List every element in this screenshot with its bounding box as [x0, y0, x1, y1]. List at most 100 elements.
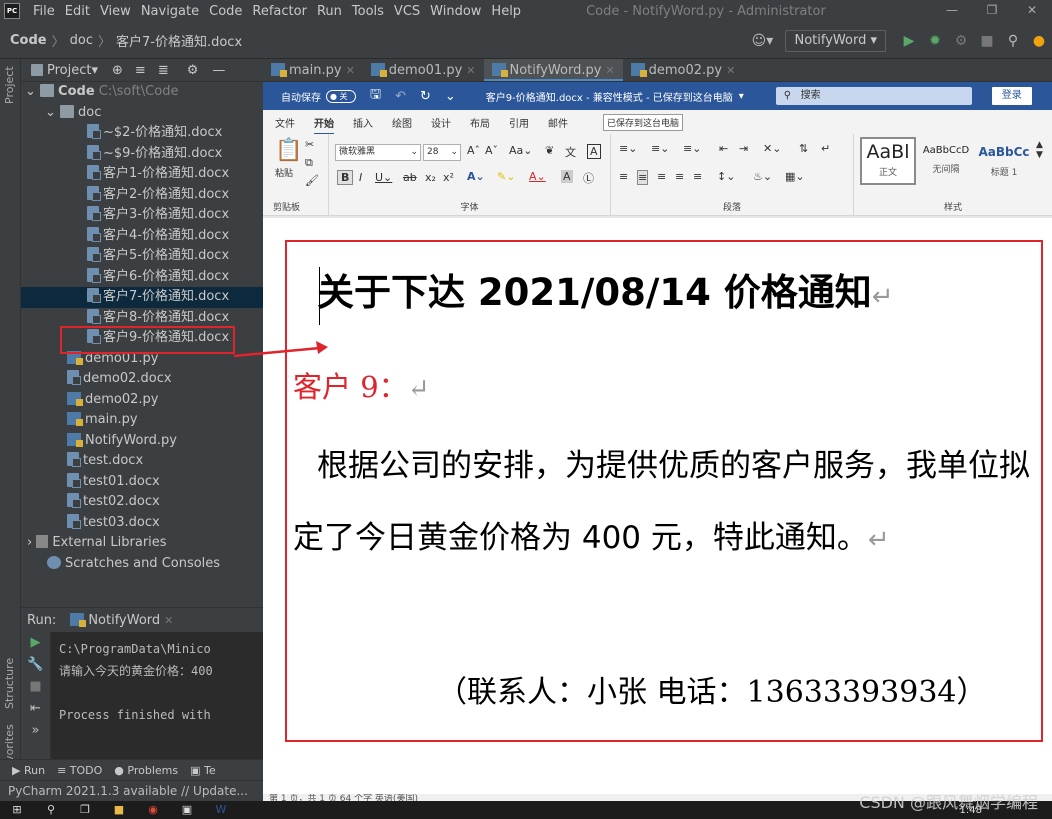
ribbon-tab-mailings[interactable]: 邮件	[548, 115, 568, 130]
locate-icon[interactable]: ⊕	[112, 63, 123, 78]
menu-view[interactable]: View	[95, 4, 136, 19]
coverage-icon[interactable]: ⚙	[948, 33, 974, 49]
tree-file[interactable]: 客户4-价格通知.docx	[21, 226, 263, 247]
customize-icon[interactable]: ⌄	[445, 89, 456, 104]
menu-window[interactable]: Window	[425, 4, 486, 19]
hide-icon[interactable]: —	[212, 63, 225, 78]
breadcrumb-file[interactable]: 客户7-价格通知.docx	[116, 31, 242, 50]
menu-refactor[interactable]: Refactor	[247, 4, 312, 19]
underline-icon[interactable]: U⌄	[375, 171, 392, 184]
autosave-toggle[interactable]: ● 关	[326, 89, 356, 103]
tree-file[interactable]: ~$9-价格通知.docx	[21, 144, 263, 165]
close-tab-icon[interactable]: ✕	[164, 614, 173, 627]
menu-run[interactable]: Run	[312, 4, 347, 19]
run-config-select[interactable]: NotifyWord ▾	[785, 29, 886, 52]
rerun-icon[interactable]: ▶	[21, 632, 50, 654]
menu-navigate[interactable]: Navigate	[136, 4, 204, 19]
minimize-icon[interactable]: —	[932, 0, 972, 22]
font-size-select[interactable]: 28 ⌄	[423, 144, 461, 161]
styles-scroll-icon[interactable]: ▲ ▼	[1036, 140, 1043, 160]
close-tab-icon[interactable]: ✕	[466, 64, 475, 77]
numbering-icon[interactable]: ≡⌄	[651, 142, 669, 155]
menu-help[interactable]: Help	[486, 4, 526, 19]
ribbon-tab-draw[interactable]: 绘图	[392, 115, 412, 130]
strikethrough-icon[interactable]: ab	[403, 171, 417, 184]
align-center-icon[interactable]: ≡	[637, 170, 649, 185]
debug-icon[interactable]: ✹	[922, 33, 948, 49]
style-heading1[interactable]: AaBbCc 标题 1	[976, 137, 1032, 185]
stop-icon[interactable]: ■	[21, 676, 50, 698]
cut-icon[interactable]: ✂	[305, 138, 314, 151]
clear-format-icon[interactable]: ❦	[545, 144, 554, 157]
word-search-input[interactable]: ⚲ 搜索	[775, 87, 972, 105]
title-dropdown-icon[interactable]: ▾	[739, 91, 744, 102]
superscript-icon[interactable]: x²	[443, 171, 454, 184]
close-icon[interactable]: ✕	[1012, 0, 1052, 22]
paste-icon[interactable]: 📋	[275, 138, 302, 163]
show-marks-icon[interactable]: ↵	[821, 142, 830, 155]
update-icon[interactable]: ●	[1026, 33, 1052, 49]
borders-icon[interactable]: ▦⌄	[785, 170, 805, 183]
tree-file[interactable]: main.py	[21, 410, 263, 431]
todo-tool-button[interactable]: ≡ TODO	[57, 764, 102, 777]
restore-icon[interactable]: ❐	[972, 0, 1012, 22]
tree-file[interactable]: test.docx	[21, 451, 263, 472]
italic-icon[interactable]: I	[359, 171, 362, 184]
project-tool-tab[interactable]: Project	[3, 66, 16, 104]
enclose-char-icon[interactable]: Ⓛ	[583, 170, 594, 186]
ribbon-tab-design[interactable]: 设计	[431, 115, 451, 130]
align-right-icon[interactable]: ≡	[657, 170, 666, 183]
tree-scratches[interactable]: Scratches and Consoles	[21, 554, 263, 575]
problems-tool-button[interactable]: ● Problems	[114, 764, 178, 777]
tree-file[interactable]: test01.docx	[21, 472, 263, 493]
ribbon-tab-file[interactable]: 文件	[275, 115, 295, 130]
grow-font-icon[interactable]: Aˆ	[467, 144, 480, 157]
multilevel-icon[interactable]: ≡⌄	[683, 142, 701, 155]
tree-root[interactable]: ⌄ Code C:\soft\Code	[21, 82, 263, 103]
tree-file[interactable]: 客户2-价格通知.docx	[21, 185, 263, 206]
menu-tools[interactable]: Tools	[347, 4, 389, 19]
save-icon[interactable]: 🖫	[370, 85, 381, 107]
line-spacing-icon[interactable]: ↕⌄	[717, 170, 735, 183]
copy-icon[interactable]: ⧉	[305, 156, 313, 170]
tree-file[interactable]: ~$2-价格通知.docx	[21, 123, 263, 144]
tab-demo02-py[interactable]: demo02.py ✕	[623, 59, 744, 81]
chrome-icon[interactable]: ◉	[136, 801, 170, 819]
breadcrumb-doc[interactable]: doc	[70, 33, 93, 48]
font-color-icon[interactable]: A⌄	[529, 170, 546, 183]
ribbon-tab-home[interactable]: 开始	[314, 115, 334, 135]
ribbon-tab-insert[interactable]: 插入	[353, 115, 373, 130]
word-taskbar-icon[interactable]: W	[204, 801, 238, 819]
tree-file[interactable]: 客户8-价格通知.docx	[21, 308, 263, 329]
tree-file[interactable]: test03.docx	[21, 513, 263, 534]
close-tab-icon[interactable]: ✕	[726, 64, 735, 77]
run-icon[interactable]: ▶	[896, 33, 922, 49]
file-explorer-icon[interactable]: ■	[102, 801, 136, 819]
distribute-icon[interactable]: ≡	[693, 170, 702, 183]
run-tab[interactable]: NotifyWord ✕	[70, 612, 173, 628]
highlight-icon[interactable]: ✎⌄	[497, 170, 515, 183]
justify-icon[interactable]: ≡	[675, 170, 684, 183]
tree-file[interactable]: 客户6-价格通知.docx	[21, 267, 263, 288]
login-button[interactable]: 登录	[991, 87, 1032, 105]
terminal-tool-button[interactable]: ▣ Te	[190, 764, 216, 777]
gear-icon[interactable]: ⚙	[187, 63, 199, 78]
expand-icon[interactable]: ≣	[158, 63, 169, 78]
phonetic-icon[interactable]: 文	[565, 144, 576, 160]
text-effects-icon[interactable]: A⌄	[467, 170, 485, 183]
tree-file[interactable]: 客户1-价格通知.docx	[21, 164, 263, 185]
asian-layout-icon[interactable]: ✕⌄	[763, 142, 781, 155]
char-border-icon[interactable]: A	[587, 144, 601, 159]
search-icon[interactable]: ⚲	[34, 801, 68, 819]
tab-main-py[interactable]: main.py ✕	[263, 59, 363, 81]
pycharm-taskbar-icon[interactable]: ▣	[170, 801, 204, 819]
ribbon-tab-layout[interactable]: 布局	[470, 115, 490, 130]
windows-start-icon[interactable]: ⊞	[0, 801, 34, 819]
subscript-icon[interactable]: x₂	[425, 171, 436, 184]
bold-icon[interactable]: B	[337, 170, 354, 185]
tree-file[interactable]: 客户5-价格通知.docx	[21, 246, 263, 267]
task-view-icon[interactable]: ❐	[68, 801, 102, 819]
tree-file[interactable]: 客户3-价格通知.docx	[21, 205, 263, 226]
redo-icon[interactable]: ↻	[420, 89, 431, 104]
sort-icon[interactable]: ⇅	[799, 142, 808, 155]
